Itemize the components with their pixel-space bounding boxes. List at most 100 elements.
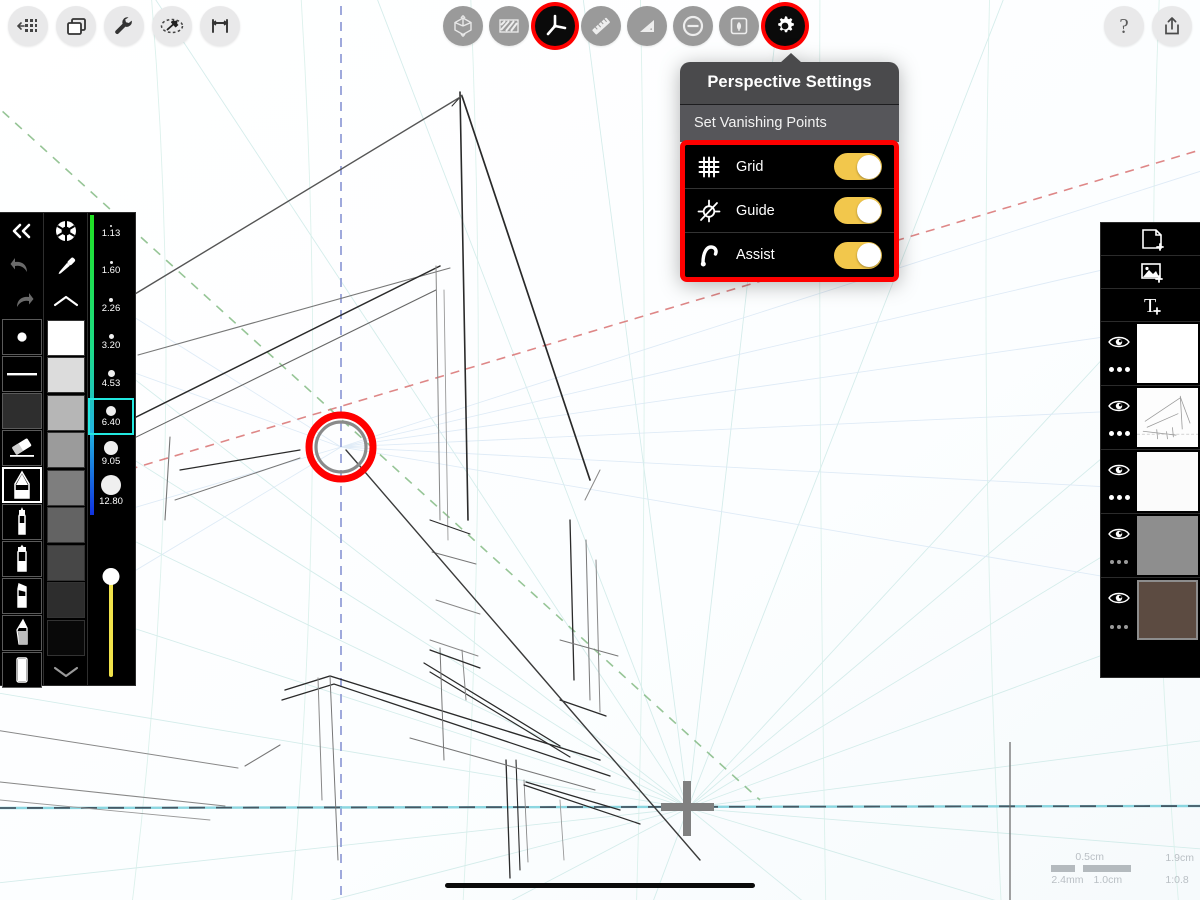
grid-icon (695, 153, 723, 181)
toggle-row-assist[interactable]: Assist (685, 233, 894, 277)
size-value: 4.53 (101, 378, 121, 389)
eye-icon[interactable] (1108, 591, 1130, 610)
scale-right-group: 1.9cm 1:0.8 (1165, 851, 1194, 886)
isometric-icon[interactable] (443, 6, 483, 46)
size-option-1[interactable]: 1.60 (88, 250, 134, 287)
size-dot (109, 261, 113, 264)
size-dot (107, 370, 115, 377)
layers-icon[interactable] (56, 6, 96, 46)
layer-row[interactable] (1101, 514, 1200, 578)
layer-controls (1101, 386, 1137, 449)
size-option-4[interactable]: 4.53 (88, 361, 134, 398)
eyedropper-icon[interactable] (44, 248, 87, 283)
pen-tool[interactable] (1, 504, 42, 540)
swatch-7[interactable] (46, 582, 85, 618)
layer-row[interactable] (1101, 578, 1200, 642)
add-text-icon[interactable]: T (1101, 289, 1200, 322)
dot-tool[interactable] (1, 319, 42, 355)
swatch-2[interactable] (46, 394, 85, 431)
stamp-icon[interactable] (719, 6, 759, 46)
lasso-select-icon[interactable] (152, 6, 192, 46)
swatch-0[interactable] (46, 319, 85, 356)
tool-column (0, 213, 44, 688)
layer-thumbnail[interactable] (1137, 388, 1198, 447)
size-option-5[interactable]: 6.40 (88, 398, 134, 435)
gallery-icon[interactable] (8, 6, 48, 46)
layer-menu-icon[interactable] (1110, 560, 1128, 564)
size-option-2[interactable]: 2.26 (88, 287, 134, 324)
layer-menu-icon[interactable] (1110, 624, 1128, 629)
layer-menu-icon[interactable] (1108, 495, 1130, 501)
add-image-icon[interactable] (1101, 256, 1200, 289)
size-dot (101, 474, 121, 495)
swatch-1[interactable] (46, 357, 85, 393)
collapse-palette-button[interactable] (0, 213, 43, 248)
swatch-6[interactable] (46, 544, 85, 581)
scale-mm-label: 2.4mm (1051, 874, 1084, 886)
layer-thumbnail[interactable] (1137, 580, 1198, 640)
ellipse-guide-icon[interactable] (673, 6, 713, 46)
expand-up-icon[interactable] (44, 283, 87, 318)
set-vanishing-points-button[interactable]: Set Vanishing Points (680, 104, 899, 142)
brush-tool[interactable] (1, 578, 42, 614)
hatch-fill-icon[interactable] (489, 6, 529, 46)
perspective-icon[interactable] (535, 6, 575, 46)
eye-icon[interactable] (1108, 463, 1130, 482)
toolbar-center (443, 6, 805, 46)
opacity-slider[interactable] (109, 572, 113, 677)
line-tool[interactable] (1, 356, 42, 392)
undo-button[interactable] (0, 248, 43, 283)
color-column (44, 213, 88, 685)
layer-row[interactable] (1101, 322, 1200, 386)
toggle-knob (856, 198, 881, 223)
eye-icon[interactable] (1108, 335, 1130, 354)
eraser-block-tool[interactable] (1, 652, 42, 688)
swatch-8[interactable] (46, 619, 85, 656)
add-layer-icon[interactable] (1101, 223, 1200, 256)
layer-thumbnail[interactable] (1137, 324, 1198, 383)
drawing-canvas[interactable] (0, 0, 1200, 900)
eye-icon[interactable] (1108, 527, 1130, 546)
color-wheel-icon[interactable] (44, 213, 87, 248)
popup-title: Perspective Settings (680, 62, 899, 104)
swatch-3[interactable] (46, 432, 85, 468)
opacity-slider-knob[interactable] (102, 568, 120, 585)
size-option-7[interactable]: 12.80 (88, 472, 134, 509)
size-dot (109, 297, 113, 302)
toggle-switch-grid[interactable] (834, 153, 882, 180)
redo-button[interactable] (0, 283, 43, 318)
scale-bar-small (1051, 865, 1076, 872)
marker-tool[interactable] (1, 541, 42, 577)
set-square-icon[interactable] (627, 6, 667, 46)
scale-readout: 0.5cm 2.4mm 1.0cm 1.9cm 1:0.8 (1051, 851, 1194, 886)
vanishing-point-marker[interactable] (304, 410, 378, 484)
fill-tool[interactable] (1, 393, 42, 429)
size-option-3[interactable]: 3.20 (88, 324, 134, 361)
gear-icon[interactable] (765, 6, 805, 46)
share-icon[interactable] (1152, 6, 1192, 46)
eye-icon[interactable] (1108, 399, 1130, 418)
layer-menu-icon[interactable] (1108, 431, 1130, 437)
chisel-tool[interactable] (1, 615, 42, 651)
swatch-5[interactable] (46, 507, 85, 543)
layer-menu-icon[interactable] (1108, 367, 1130, 373)
layer-row[interactable] (1101, 386, 1200, 450)
toggle-row-grid[interactable]: Grid (685, 145, 894, 189)
layer-thumbnail[interactable] (1137, 452, 1198, 511)
help-icon[interactable]: ? (1104, 6, 1144, 46)
swatch-4[interactable] (46, 469, 85, 506)
pencil-tool[interactable] (1, 467, 42, 503)
layer-row[interactable] (1101, 450, 1200, 514)
wrench-icon[interactable] (104, 6, 144, 46)
ruler-icon[interactable] (581, 6, 621, 46)
size-option-6[interactable]: 9.05 (88, 435, 134, 472)
perspective-settings-popup[interactable]: Perspective Settings Set Vanishing Point… (680, 53, 899, 282)
layer-thumbnail[interactable] (1137, 516, 1198, 575)
measure-icon[interactable] (200, 6, 240, 46)
toggle-switch-assist[interactable] (834, 241, 882, 269)
eraser-tool[interactable] (1, 430, 42, 466)
toggle-row-guide[interactable]: Guide (685, 189, 894, 233)
toggle-switch-guide[interactable] (834, 197, 882, 224)
expand-down-icon[interactable] (44, 657, 87, 687)
size-option-0[interactable]: 1.13 (88, 213, 134, 250)
